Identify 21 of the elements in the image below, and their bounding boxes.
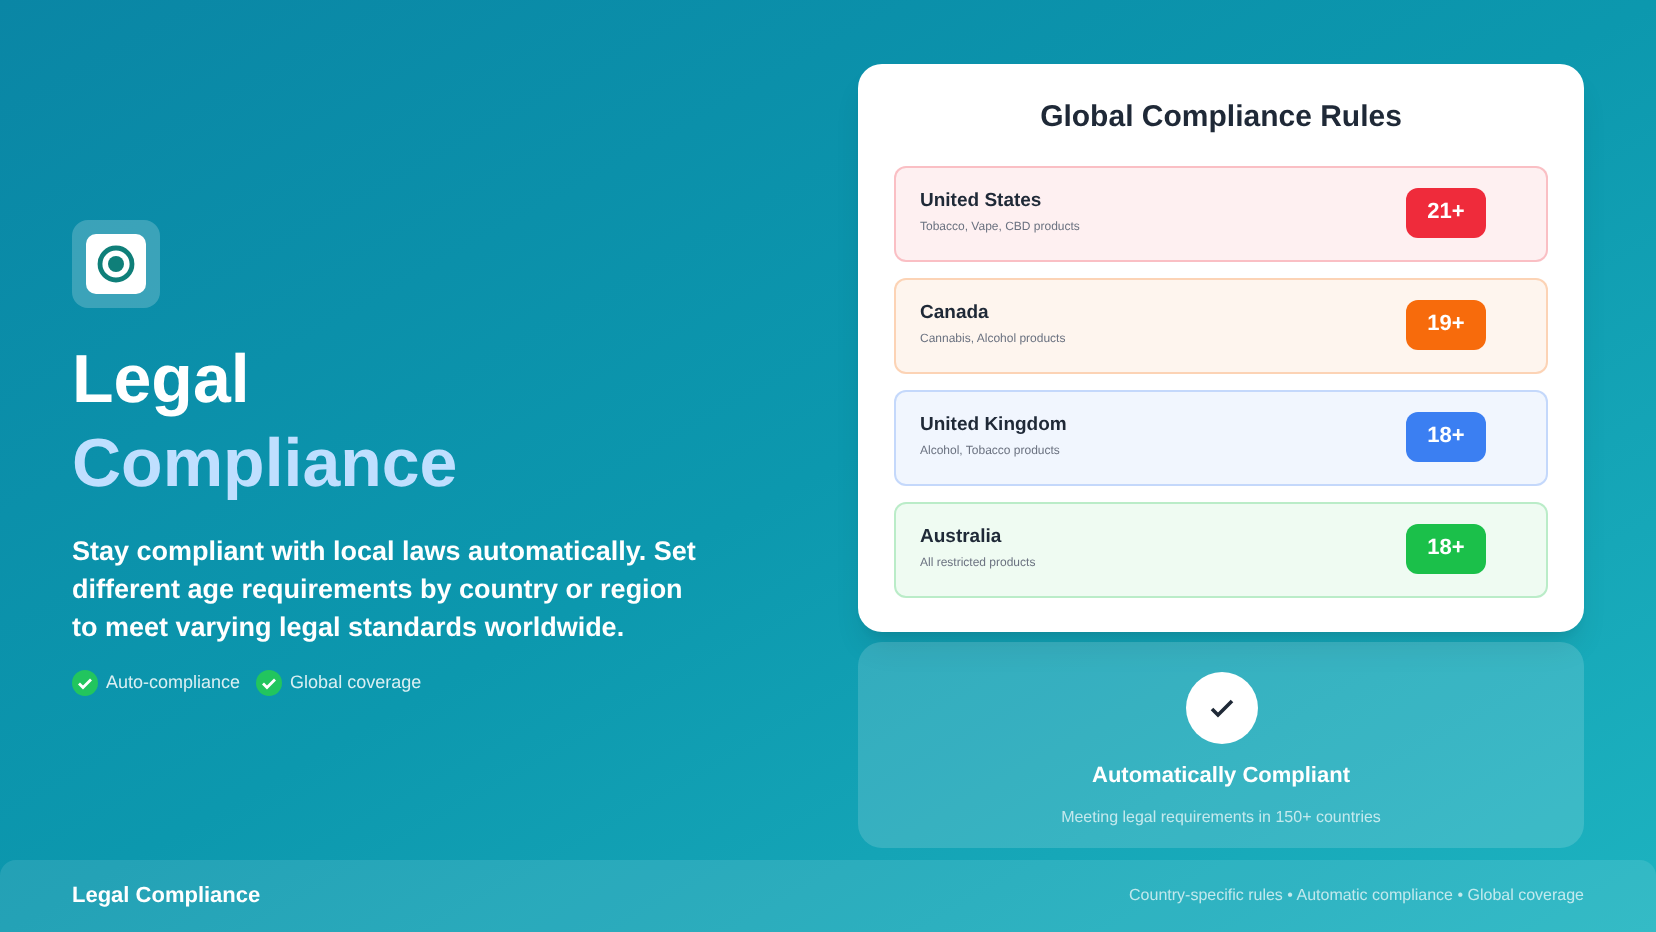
hero-description: Stay compliant with local laws automatically. Set different age requirements by country or region to meet varying legal standards worldwide. — [72, 534, 698, 646]
status-subtitle: Meeting legal requirements in 150+ countries — [1061, 805, 1381, 829]
country-name: Canada — [920, 299, 991, 328]
footer-title: Legal Compliance — [72, 881, 261, 912]
country-name: United Kingdom — [920, 411, 1067, 440]
check-badge-icon — [256, 670, 283, 697]
status-title: Automatically Compliant — [1092, 762, 1350, 792]
hero-title-accent: Compliance — [72, 424, 460, 504]
check-badge-icon — [72, 670, 98, 697]
age-badge: 21+ — [1406, 188, 1486, 238]
footer-tagline: Country-specific rules • Automatic compliance • Global coverage — [1129, 884, 1584, 908]
country-name: United States — [920, 187, 1044, 216]
country-name: Australia — [920, 523, 1004, 552]
age-badge: 18+ — [1406, 524, 1486, 574]
age-badge: 18+ — [1406, 412, 1486, 462]
hero-title: Legal — [72, 340, 252, 420]
feature-label: Auto-compliance — [106, 670, 241, 696]
feature-label: Global coverage — [290, 670, 422, 696]
card-title: Global Compliance Rules — [1038, 98, 1404, 138]
target-icon — [86, 234, 146, 294]
age-badge: 19+ — [1406, 300, 1486, 350]
